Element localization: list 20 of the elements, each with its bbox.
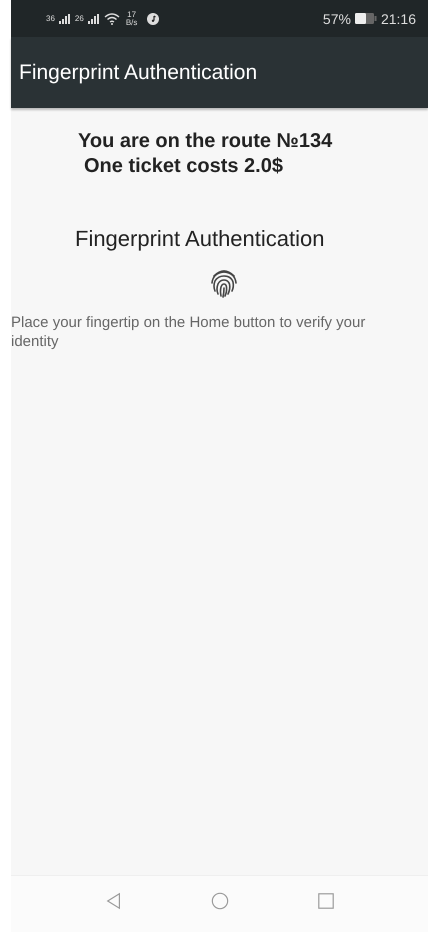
wifi-icon (104, 12, 120, 24)
route-info-text: One ticket costs 2.0$ (83, 154, 284, 179)
battery-icon (354, 13, 377, 24)
dialog-title: Fingerprint Authentication (74, 226, 326, 252)
clock: 21:16 (380, 10, 416, 26)
signal-icon (58, 14, 71, 24)
speed-value: 17 (127, 10, 136, 18)
app-bar-title: Fingerprint Authentication (19, 60, 258, 84)
sim-label: 26 (74, 14, 84, 22)
route-info-text: You are on the route №134 (78, 129, 334, 154)
back-icon[interactable] (104, 892, 122, 910)
instruction-text: Place your fingertip on the Home button to verify your identity (11, 313, 366, 351)
battery-percent: 57% (322, 10, 351, 26)
sim-label: 36 (46, 14, 55, 22)
home-icon[interactable] (210, 892, 228, 910)
signal-icon (88, 14, 100, 24)
notification-icon (147, 12, 160, 24)
speed-unit: B/s (126, 18, 138, 26)
recents-icon[interactable] (316, 892, 334, 910)
fingerprint-icon (208, 267, 240, 299)
